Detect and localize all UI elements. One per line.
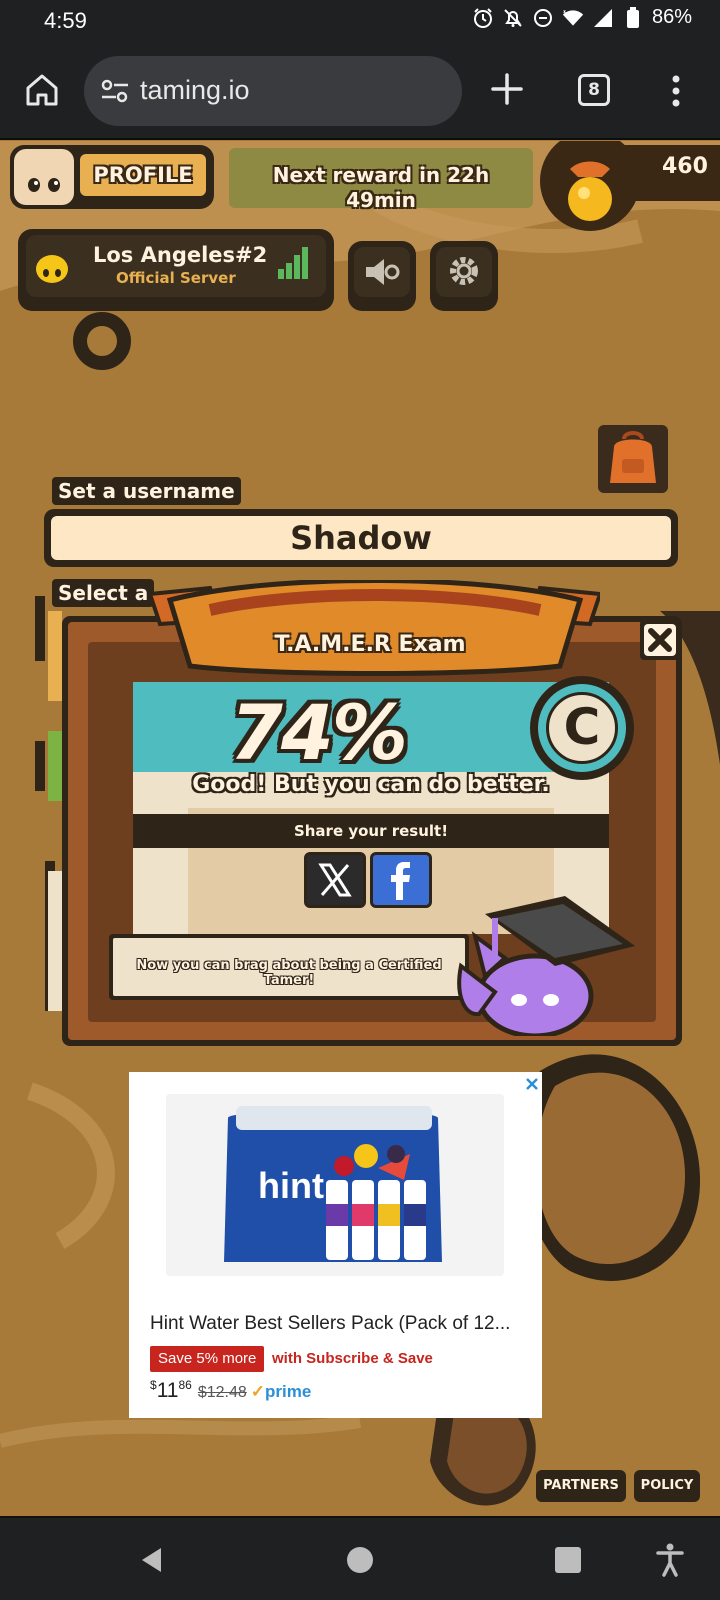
close-icon: [526, 1078, 538, 1090]
coin-count: 460: [662, 154, 708, 179]
server-name: Los Angeles#2: [93, 243, 268, 267]
inventory-button[interactable]: [598, 425, 668, 493]
server-avatar-icon: [36, 255, 68, 283]
url-text: taming.io: [140, 75, 250, 105]
username-input[interactable]: Shadow: [44, 509, 678, 567]
site-settings-icon[interactable]: [100, 78, 130, 104]
home-button[interactable]: [22, 70, 62, 110]
username-value[interactable]: Shadow: [51, 516, 671, 560]
status-bar: 4:59 86%: [0, 0, 720, 44]
profile-label: PROFILE: [80, 154, 206, 196]
accessibility-button[interactable]: [650, 1540, 690, 1580]
brag-text: Now you can brag about being a Certified…: [136, 958, 442, 988]
battery-icon: [622, 6, 644, 29]
tab-switcher-button[interactable]: 8: [578, 74, 610, 106]
cellular-signal-icon: [592, 7, 614, 29]
share-facebook-button[interactable]: [370, 852, 432, 908]
reward-line-2: 49min: [346, 188, 416, 212]
modal-close-button[interactable]: [640, 620, 680, 660]
new-tab-button[interactable]: [484, 66, 530, 112]
signal-strength-icon: [278, 247, 308, 279]
do-not-disturb-icon: [532, 7, 554, 29]
prime-check-icon: ✓: [250, 1382, 266, 1401]
graduate-mascot-icon: [457, 896, 635, 1036]
back-icon: [142, 1548, 161, 1572]
ad-close-button[interactable]: [524, 1076, 540, 1092]
more-vert-icon: [672, 75, 680, 107]
x-logo-icon: [318, 863, 352, 897]
price-cents: 86: [178, 1378, 192, 1392]
system-nav-bar: [0, 1516, 720, 1600]
reward-line-1: Next reward in 22h: [272, 163, 490, 187]
speaker-icon: [366, 259, 400, 285]
ad-save-badge: Save 5% more: [150, 1346, 265, 1372]
coin-bag-button[interactable]: [540, 141, 640, 231]
grade-letter: C: [546, 692, 618, 764]
gear-icon: [450, 257, 478, 285]
share-x-button[interactable]: [304, 852, 366, 908]
settings-button[interactable]: [430, 241, 498, 311]
battery-percent: 86%: [651, 6, 692, 28]
wifi-icon: [562, 7, 584, 29]
price-whole: 11: [156, 1379, 179, 1402]
notifications-off-icon: [502, 7, 524, 29]
price-currency: $: [150, 1378, 157, 1392]
ad-brand-text: hint: [258, 1165, 324, 1206]
grade-badge: C: [530, 676, 634, 780]
status-icons: 86%: [472, 6, 692, 29]
avatar: [14, 149, 74, 205]
square-recents-icon: [555, 1547, 581, 1573]
close-icon: [644, 624, 676, 656]
home-nav-button[interactable]: [340, 1540, 380, 1580]
username-label: Set a username: [52, 477, 241, 505]
address-bar[interactable]: taming.io: [84, 56, 462, 126]
alarm-icon: [472, 7, 494, 29]
home-icon: [26, 74, 58, 106]
exam-feedback: Good! But you can do better.: [192, 772, 550, 797]
accessibility-icon: [656, 1543, 684, 1577]
modal-title: T.A.M.E.R Exam: [274, 632, 466, 657]
backpack-icon: [610, 431, 656, 483]
policy-button[interactable]: POLICY: [634, 1470, 700, 1502]
coin-counter[interactable]: 460: [538, 141, 720, 231]
ad-save-subtext: with Subscribe & Save: [272, 1350, 433, 1367]
partners-button[interactable]: PARTNERS: [536, 1470, 626, 1502]
recents-button[interactable]: [548, 1540, 588, 1580]
status-time: 4:59: [44, 8, 87, 33]
price-old: $12.48: [197, 1384, 247, 1401]
browser-menu-button[interactable]: [666, 68, 686, 114]
profile-button[interactable]: PROFILE: [10, 145, 214, 209]
share-label: Share your result!: [133, 814, 609, 848]
sound-button[interactable]: [348, 241, 416, 311]
browser-toolbar: taming.io 8: [0, 44, 720, 140]
facebook-logo-icon: [391, 862, 410, 900]
plus-icon: [491, 73, 523, 105]
ad-product-image[interactable]: hint: [166, 1094, 504, 1276]
prime-label: prime: [265, 1382, 312, 1401]
fruit-bag-icon: [568, 161, 612, 221]
server-type: Official Server: [116, 269, 236, 287]
circle-home-icon: [347, 1547, 373, 1573]
modal-title-banner: [150, 580, 600, 676]
reward-timer: Next reward in 22h 49min: [229, 148, 533, 212]
ad-title[interactable]: Hint Water Best Sellers Pack (Pack of 12…: [150, 1313, 510, 1335]
ad-price: $1186 $12.48 ✓prime: [150, 1378, 311, 1403]
server-selector[interactable]: Los Angeles#2 Official Server: [18, 229, 334, 311]
select-label: Select a: [52, 579, 155, 607]
back-button[interactable]: [132, 1540, 172, 1580]
